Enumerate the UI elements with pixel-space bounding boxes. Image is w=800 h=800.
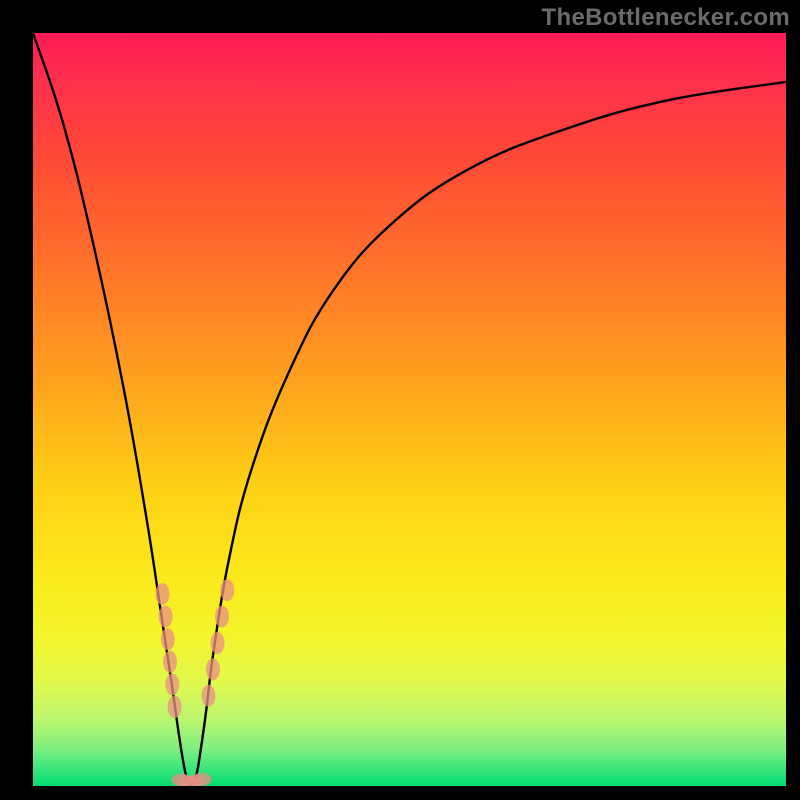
curve-marker — [159, 606, 173, 628]
curve-marker — [161, 628, 175, 650]
bottleneck-curve — [33, 33, 786, 786]
curve-marker — [165, 673, 179, 695]
curve-marker — [192, 773, 212, 786]
outer-frame: TheBottlenecker.com — [0, 0, 800, 800]
curve-marker — [168, 696, 182, 718]
curve-marker — [220, 579, 234, 601]
bottleneck-curve-svg — [33, 33, 786, 786]
watermark-text: TheBottlenecker.com — [542, 4, 790, 32]
curve-marker — [156, 583, 170, 605]
curve-marker — [206, 658, 220, 680]
curve-marker — [215, 606, 229, 628]
marker-group — [156, 579, 235, 786]
curve-marker — [210, 632, 224, 654]
plot-area — [33, 33, 786, 786]
curve-marker — [163, 651, 177, 673]
curve-marker — [201, 685, 215, 707]
